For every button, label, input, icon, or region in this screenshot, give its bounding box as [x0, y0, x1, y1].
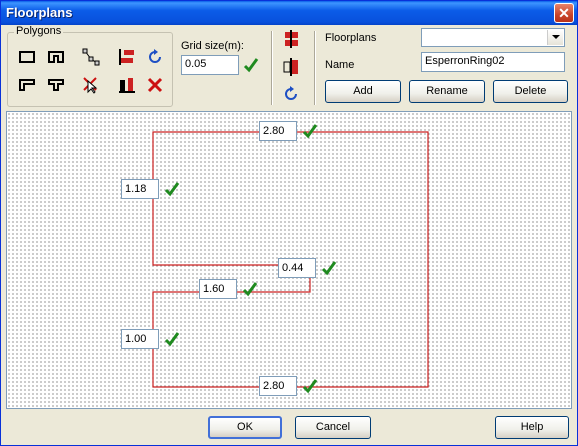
node-tool-icon[interactable] — [80, 46, 102, 68]
floorplans-dialog: Floorplans ✕ Polygons Grid size(m): 0.05 — [0, 0, 578, 446]
confirm-check-icon[interactable] — [164, 181, 180, 197]
delete-node-tool-icon[interactable] — [80, 74, 102, 96]
close-button[interactable]: ✕ — [554, 3, 574, 23]
dimension-mid-input[interactable]: 1.60 — [199, 279, 237, 299]
u-shape-tool-icon[interactable] — [45, 46, 67, 68]
dimension-left-upper-input[interactable]: 1.18 — [121, 179, 159, 199]
rectangle-tool-icon[interactable] — [16, 46, 38, 68]
chevron-down-icon[interactable] — [547, 30, 563, 45]
dimension-step-input[interactable]: 0.44 — [278, 258, 316, 278]
help-button[interactable]: Help — [495, 416, 569, 439]
rename-button[interactable]: Rename — [409, 80, 485, 103]
polygons-label: Polygons — [14, 25, 64, 37]
separator — [314, 31, 315, 105]
delete-button[interactable]: Delete — [493, 80, 568, 103]
refresh-icon[interactable] — [280, 83, 302, 105]
separator — [271, 31, 272, 105]
confirm-check-icon[interactable] — [242, 281, 258, 297]
floorplans-dropdown[interactable] — [421, 28, 565, 47]
grid-size-input[interactable]: 0.05 — [181, 55, 239, 75]
arrange-icon[interactable] — [280, 28, 302, 50]
dimension-top-input[interactable]: 2.80 — [259, 121, 297, 141]
title-bar: Floorplans ✕ — [1, 1, 577, 25]
window-title: Floorplans — [6, 5, 73, 20]
confirm-check-icon[interactable] — [302, 123, 318, 139]
confirm-check-icon[interactable] — [164, 331, 180, 347]
center-align-icon[interactable] — [280, 56, 302, 78]
add-button[interactable]: Add — [325, 80, 401, 103]
confirm-check-icon[interactable] — [302, 378, 318, 394]
dimension-bottom-input[interactable]: 2.80 — [259, 376, 297, 396]
cancel-button[interactable]: Cancel — [295, 416, 371, 439]
delete-icon[interactable] — [144, 74, 166, 96]
l-shape-tool-icon[interactable] — [16, 74, 38, 96]
name-label: Name — [325, 59, 355, 71]
align-left-icon[interactable] — [116, 46, 138, 68]
t-shape-tool-icon[interactable] — [45, 74, 67, 96]
confirm-check-icon[interactable] — [321, 260, 337, 276]
apply-grid-check-icon[interactable] — [243, 57, 259, 73]
grid-size-label: Grid size(m): — [181, 40, 244, 52]
align-bottom-icon[interactable] — [116, 74, 138, 96]
dimension-left-lower-input[interactable]: 1.00 — [121, 329, 159, 349]
ok-button[interactable]: OK — [208, 416, 282, 439]
name-input[interactable]: EsperronRing02 — [421, 52, 565, 72]
rotate-icon[interactable] — [144, 46, 166, 68]
floorplans-label: Floorplans — [325, 32, 377, 44]
